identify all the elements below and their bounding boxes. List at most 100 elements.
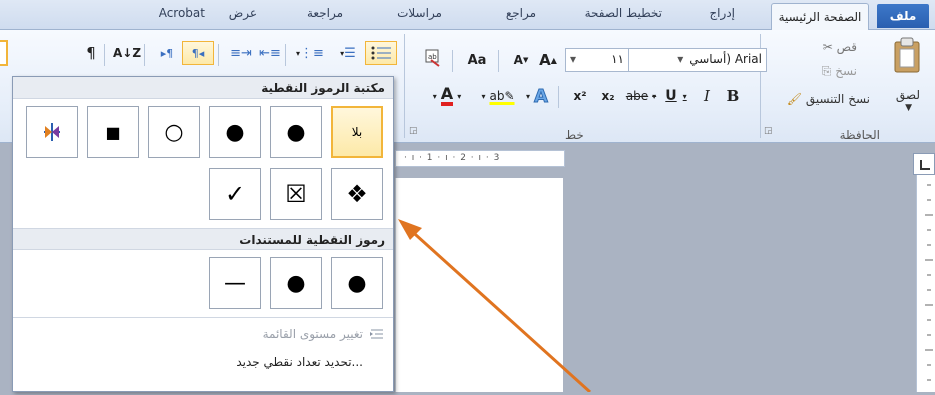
font-name-combo[interactable]: Arial (أساسي ▾	[622, 48, 767, 72]
document-bullet-dash[interactable]: —	[209, 257, 261, 309]
bullet-option-arrow[interactable]	[26, 106, 78, 158]
ltr-icon: ▸¶	[160, 46, 174, 60]
superscript-button[interactable]: x²	[566, 84, 594, 108]
bullet-option-filled-circle-2[interactable]: ●	[209, 106, 261, 158]
diamond-cluster-icon: ❖	[346, 180, 368, 208]
copy-button[interactable]: ⎘ نسخ	[822, 64, 857, 79]
paste-label: لصق	[895, 88, 920, 102]
ribbon-tab-bar: ملف الصفحة الرئيسية إدراج تخطيط الصفحة م…	[0, 0, 935, 32]
change-case-button[interactable]: Aa	[458, 48, 496, 72]
paste-button[interactable]: لصق ▼	[888, 36, 926, 116]
shading-button-edge[interactable]	[0, 40, 8, 66]
font-size-combo[interactable]: ▾ ١١	[565, 48, 629, 72]
font-launcher-icon[interactable]: ◲	[409, 126, 418, 136]
bullet-library-dropdown: مكتبة الرموز النقطية بلا ● ● ○ ■ ❖ ☒ ✓ ر…	[12, 76, 394, 392]
filled-circle-icon: ●	[347, 270, 367, 296]
filled-circle-icon: ●	[225, 119, 245, 145]
font-group-label: خط	[565, 128, 584, 142]
filled-circle-icon: ●	[286, 270, 306, 296]
bullet-option-boxed-x[interactable]: ☒	[270, 168, 322, 220]
tab-references[interactable]: مراجع	[506, 6, 536, 20]
font-size-value: ١١	[611, 52, 624, 66]
tab-page-layout[interactable]: تخطيط الصفحة	[585, 6, 662, 20]
bold-button[interactable]: B	[720, 84, 746, 108]
grow-font-label: A	[539, 51, 551, 69]
scissors-icon: ✂	[822, 40, 837, 54]
shrink-font-label: A	[513, 53, 523, 67]
change-list-level-label: تغيير مستوى القائمة	[262, 327, 363, 341]
multilevel-list-button[interactable]: ▾ ⋮≡	[290, 41, 330, 65]
bullet-option-diamond[interactable]: ❖	[331, 168, 383, 220]
rtl-direction-button[interactable]: ¶◂	[182, 41, 214, 65]
tab-stop-icon	[920, 160, 930, 170]
highlight-button[interactable]: ▾ ab✎	[478, 84, 518, 108]
chevron-down-icon: ▾	[652, 91, 657, 101]
ruler-marks: · ı · 1 · ı · 2 · ı · 3	[404, 153, 501, 163]
format-painter-button[interactable]: 🖌 نسخ التنسيق	[787, 92, 870, 106]
bullet-option-square[interactable]: ■	[87, 106, 139, 158]
increase-indent-icon: ≡⇥	[230, 45, 252, 61]
strikethrough-button[interactable]: abe ▾	[622, 84, 660, 108]
sort-icon: A↓Z	[112, 46, 142, 60]
tab-acrobat[interactable]: Acrobat	[159, 6, 205, 20]
define-new-bullet-label: تحديد تعداد نقطي جديد...	[236, 355, 363, 369]
decrease-indent-button[interactable]: ⇤≡	[256, 41, 284, 65]
clipboard-group-label: الحافظة	[839, 128, 880, 142]
grow-font-button[interactable]: A ▲	[535, 48, 561, 72]
clipboard-launcher-icon[interactable]: ◲	[764, 126, 773, 136]
italic-button[interactable]: I	[694, 84, 720, 108]
dash-icon: —	[224, 270, 246, 296]
tab-mailings[interactable]: مراسلات	[397, 6, 442, 20]
increase-indent-button[interactable]: ≡⇥	[226, 41, 256, 65]
subscript-label: x₂	[601, 89, 615, 103]
cut-button[interactable]: ✂ قص	[823, 40, 857, 54]
numbering-button[interactable]: ▾ ☰	[332, 41, 364, 65]
bullet-option-checkmark[interactable]: ✓	[209, 168, 261, 220]
bullet-option-hollow-circle[interactable]: ○	[148, 106, 200, 158]
bullet-none-option[interactable]: بلا	[331, 106, 383, 158]
tab-file[interactable]: ملف	[877, 4, 929, 28]
show-marks-button[interactable]: ¶	[78, 41, 104, 65]
pilcrow-icon: ¶	[86, 44, 96, 62]
copy-icon: ⎘	[821, 64, 836, 78]
change-case-label: Aa	[467, 52, 487, 68]
underline-button[interactable]: U ▾	[660, 84, 692, 108]
bullet-none-label: بلا	[351, 125, 363, 139]
cut-label: قص	[836, 40, 857, 54]
hollow-circle-icon: ○	[164, 119, 184, 145]
chevron-down-icon: ▾	[481, 91, 486, 101]
sort-button[interactable]: A↓Z	[112, 41, 142, 65]
arrow-bullet-icon	[44, 123, 60, 141]
copy-label: نسخ	[835, 64, 857, 78]
ltr-direction-button[interactable]: ▸¶	[152, 41, 182, 65]
text-effects-button[interactable]: ▾ A	[518, 84, 556, 108]
shrink-font-button[interactable]: A ▼	[508, 48, 534, 72]
italic-label: I	[704, 87, 710, 105]
tab-review[interactable]: مراجعة	[307, 6, 343, 20]
vertical-ruler[interactable]	[916, 155, 935, 392]
document-bullet-filled-circle[interactable]: ●	[331, 257, 383, 309]
bullets-button[interactable]	[365, 41, 397, 65]
underline-label: U	[665, 88, 677, 104]
chevron-down-icon: ▾	[682, 91, 687, 101]
svg-text:ab: ab	[428, 53, 437, 61]
decrease-indent-icon: ⇤≡	[259, 45, 281, 61]
bullet-option-filled-circle[interactable]: ●	[270, 106, 322, 158]
tab-view[interactable]: عرض	[229, 6, 257, 20]
checkmark-icon: ✓	[224, 180, 246, 208]
tab-selector-button[interactable]	[913, 153, 935, 175]
clear-formatting-button[interactable]: ab	[418, 46, 448, 70]
change-list-level-menu-item[interactable]: تغيير مستوى القائمة	[13, 321, 393, 347]
filled-circle-icon: ●	[286, 119, 306, 145]
font-color-button[interactable]: ▾ A ▾	[418, 84, 476, 108]
tab-insert[interactable]: إدراج	[709, 6, 735, 20]
bullet-list-icon	[371, 46, 391, 60]
horizontal-ruler[interactable]: · ı · 1 · ı · 2 · ı · 3	[395, 150, 565, 167]
document-bullet-filled-circle-2[interactable]: ●	[270, 257, 322, 309]
chevron-down-icon: ▾	[432, 91, 437, 101]
tab-home[interactable]: الصفحة الرئيسية	[771, 3, 869, 32]
define-new-bullet-menu-item[interactable]: تحديد تعداد نقطي جديد...	[13, 349, 393, 375]
menu-divider	[13, 317, 393, 318]
subscript-button[interactable]: x₂	[594, 84, 622, 108]
brush-icon: 🖌	[786, 92, 802, 106]
